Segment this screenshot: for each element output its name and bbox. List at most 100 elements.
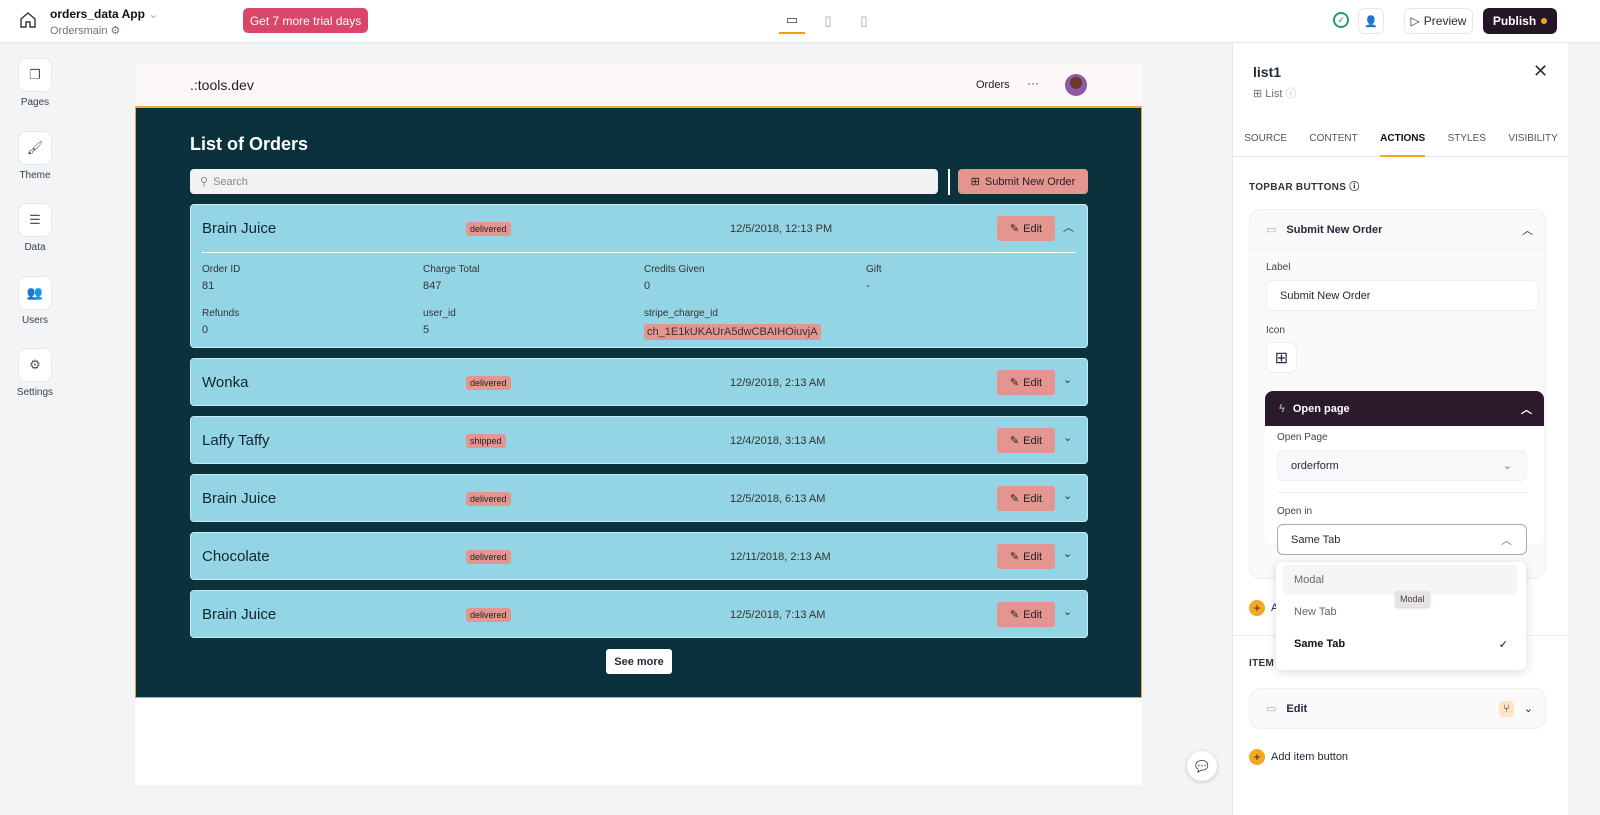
gear-icon: ⚙: [18, 348, 52, 382]
tab-actions[interactable]: ACTIONS: [1380, 123, 1426, 157]
status-badge: delivered: [466, 608, 511, 622]
users-icon: 👥: [18, 276, 52, 310]
trial-button[interactable]: Get 7 more trial days: [243, 8, 368, 33]
edit-icon: ✎: [1009, 493, 1020, 505]
edit-icon: ✎: [1009, 551, 1020, 563]
edit-button[interactable]: ✎ Edit: [997, 428, 1055, 453]
play-icon: ▷: [1410, 14, 1420, 28]
plus-icon: +: [1249, 749, 1265, 765]
publish-button[interactable]: Publish: [1483, 8, 1557, 34]
list-container[interactable]: List of Orders ⚲ Search ⊞ Submit New Order…: [135, 108, 1142, 698]
device-switcher: ▭ ▯ ▯: [779, 8, 877, 34]
tab-styles[interactable]: STYLES: [1448, 123, 1486, 157]
gear-icon[interactable]: ⚙: [111, 25, 121, 37]
action-body: Open Page orderform ⌄ Open in Same Tab ︿: [1265, 426, 1544, 555]
sidebar-item-users[interactable]: 👥 Users: [0, 276, 70, 326]
section-title: TOPBAR BUTTONS ⓘ: [1249, 182, 1360, 193]
chevron-down-icon[interactable]: ⌄: [1063, 431, 1072, 444]
page-name: Ordersmain ⚙: [50, 25, 121, 37]
divider: [948, 169, 950, 195]
detail-charge-total: Charge Total 847: [423, 264, 480, 292]
divider: [202, 252, 1076, 253]
chevron-up-icon: ︿: [1521, 403, 1532, 416]
chevron-down-icon[interactable]: ⌄: [148, 7, 158, 21]
close-icon[interactable]: ✕: [1533, 61, 1548, 82]
tab-visibility[interactable]: VISIBILITY: [1508, 123, 1557, 157]
invite-user-button[interactable]: 👤: [1358, 8, 1384, 34]
help-icon[interactable]: ⓘ: [1285, 88, 1296, 100]
sidebar-item-data[interactable]: ☰ Data: [0, 203, 70, 253]
sidebar-item-pages[interactable]: ❐ Pages: [0, 58, 70, 108]
detail-gift: Gift -: [866, 264, 882, 292]
action-header[interactable]: ϟ Open page ︿: [1265, 391, 1544, 426]
button-icon: ▭: [1266, 703, 1277, 715]
desktop-icon[interactable]: ▭: [779, 8, 805, 34]
label-input[interactable]: Submit New Order: [1266, 280, 1539, 311]
item-button-edit[interactable]: ▭ Edit ⑂ ⌄: [1249, 688, 1546, 729]
list-item[interactable]: Brain Juice delivered 12/5/2018, 6:13 AM…: [190, 474, 1088, 522]
edit-button[interactable]: ✎ Edit: [997, 544, 1055, 569]
open-page-select[interactable]: orderform ⌄: [1277, 450, 1527, 481]
add-item-button[interactable]: + Add item button: [1249, 749, 1348, 765]
tab-source[interactable]: SOURCE: [1244, 123, 1287, 157]
list-item[interactable]: Laffy Taffy shipped 12/4/2018, 3:13 AM ✎…: [190, 416, 1088, 464]
see-more-button[interactable]: See more: [606, 649, 672, 674]
add-topbar-button[interactable]: + A: [1249, 600, 1278, 616]
preview-button[interactable]: ▷ Preview: [1404, 8, 1473, 34]
topbar-button-header[interactable]: ▭ Submit New Order ︿: [1250, 210, 1545, 250]
chevron-down-icon[interactable]: ⌄: [1063, 489, 1072, 502]
chevron-down-icon: ⌄: [1502, 460, 1512, 472]
list-item[interactable]: Brain Juice delivered 12/5/2018, 7:13 AM…: [190, 590, 1088, 638]
home-icon[interactable]: [18, 10, 38, 30]
mobile-icon[interactable]: ▯: [851, 8, 877, 34]
chevron-down-icon[interactable]: ⌄: [1063, 605, 1072, 618]
chevron-down-icon[interactable]: ⌄: [1063, 373, 1072, 386]
topbar-button-card: ▭ Submit New Order ︿ Label Submit New Orde…: [1249, 209, 1546, 579]
list-item[interactable]: Chocolate delivered 12/11/2018, 2:13 AM …: [190, 532, 1088, 580]
search-icon: ⚲: [200, 176, 209, 188]
app-canvas: .:tools.dev Orders ··· List of Orders ⚲ S…: [135, 64, 1142, 785]
edit-button[interactable]: ✎ Edit: [997, 486, 1055, 511]
tablet-icon[interactable]: ▯: [815, 8, 841, 34]
list-item[interactable]: Wonka delivered 12/9/2018, 2:13 AM ✎ Edit…: [190, 358, 1088, 406]
edit-icon: ✎: [1009, 609, 1020, 621]
chevron-up-icon[interactable]: ︿: [1063, 219, 1074, 235]
status-badge: delivered: [466, 222, 511, 236]
open-in-select[interactable]: Same Tab ︿: [1277, 524, 1527, 555]
lightning-icon: ϟ: [1279, 402, 1285, 415]
check-icon: ✓: [1498, 638, 1508, 651]
grid-icon: ⊞: [1253, 88, 1263, 100]
edit-button[interactable]: ✎ Edit: [997, 216, 1055, 241]
component-name: list1: [1253, 64, 1282, 80]
edit-icon: ✎: [1009, 435, 1020, 447]
chevron-down-icon[interactable]: ⌄: [1063, 547, 1072, 560]
sidebar-item-theme[interactable]: 🖌 Theme: [0, 131, 70, 181]
submit-new-order-button[interactable]: ⊞ Submit New Order: [958, 169, 1088, 194]
search-input[interactable]: ⚲ Search: [190, 169, 938, 194]
chat-icon[interactable]: 💬: [1187, 751, 1217, 781]
edit-button[interactable]: ✎ Edit: [997, 602, 1055, 627]
option-same-tab[interactable]: Same Tab ✓: [1282, 629, 1518, 659]
top-bar: orders_data App ⌄ Ordersmain ⚙ Get 7 mor…: [0, 0, 1600, 43]
edit-button[interactable]: ✎ Edit: [997, 370, 1055, 395]
panel-tabs: SOURCE CONTENT ACTIONS STYLES VISIBILITY: [1233, 123, 1569, 157]
saved-check-icon: ✓: [1333, 12, 1349, 28]
app-name[interactable]: orders_data App ⌄: [50, 7, 158, 21]
sidebar-item-settings[interactable]: ⚙ Settings: [0, 348, 70, 398]
nav-more[interactable]: ···: [1027, 76, 1039, 90]
status-badge: delivered: [466, 492, 511, 506]
icon-picker[interactable]: ⊞: [1266, 342, 1297, 373]
list-item[interactable]: Brain Juice delivered 12/5/2018, 12:13 P…: [190, 204, 1088, 348]
detail-refunds: Refunds 0: [202, 308, 240, 336]
detail-credits: Credits Given 0: [644, 264, 705, 292]
page-title: List of Orders: [190, 134, 309, 154]
logo: .:tools.dev: [190, 77, 254, 93]
detail-stripe-charge-id: stripe_charge_id ch_1E1kUKAUrA5dwCBAIHOiu…: [644, 308, 821, 340]
unpublished-dot: [1541, 18, 1548, 24]
tab-content[interactable]: CONTENT: [1309, 123, 1357, 157]
avatar[interactable]: [1065, 74, 1087, 96]
nav-orders[interactable]: Orders: [976, 79, 1010, 91]
chevron-up-icon: ︿: [1501, 534, 1512, 547]
pages-icon: ❐: [18, 58, 52, 92]
info-icon: ⓘ: [1349, 182, 1360, 193]
